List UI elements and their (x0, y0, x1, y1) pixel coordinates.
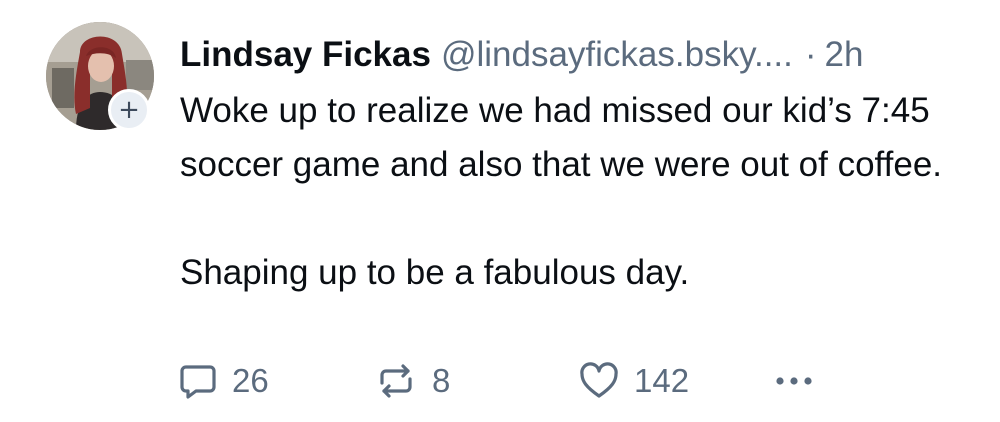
ellipsis-icon (772, 361, 816, 401)
reply-button[interactable]: 26 (178, 356, 269, 406)
repost-count: 8 (432, 362, 451, 399)
post-paragraph: Woke up to realize we had missed our kid… (180, 91, 943, 184)
post-text: Woke up to realize we had missed our kid… (180, 84, 970, 300)
post-timestamp[interactable]: 2h (825, 30, 864, 80)
post-actions: 26 8 142 (178, 356, 978, 406)
like-button[interactable]: 142 (578, 356, 689, 406)
post-paragraph: Shaping up to be a fabulous day. (180, 253, 690, 292)
speech-bubble-icon (178, 361, 218, 401)
reply-count: 26 (232, 362, 269, 399)
author-display-name[interactable]: Lindsay Fickas (180, 30, 431, 80)
more-options-button[interactable] (772, 356, 830, 406)
separator-dot: · (804, 35, 817, 74)
heart-icon (578, 361, 620, 401)
repost-button[interactable]: 8 (374, 356, 450, 406)
repost-arrows-icon (374, 361, 418, 401)
follow-button[interactable]: + (108, 89, 150, 131)
author-avatar-container: + (46, 22, 154, 131)
post-header: Lindsay Fickas @lindsayfickas.bsky.... ·… (180, 30, 970, 80)
post-card: + Lindsay Fickas @lindsayfickas.bsky....… (0, 0, 1000, 422)
author-handle[interactable]: @lindsayfickas.bsky.... (441, 30, 793, 80)
plus-icon: + (118, 95, 140, 125)
like-count: 142 (634, 362, 690, 399)
